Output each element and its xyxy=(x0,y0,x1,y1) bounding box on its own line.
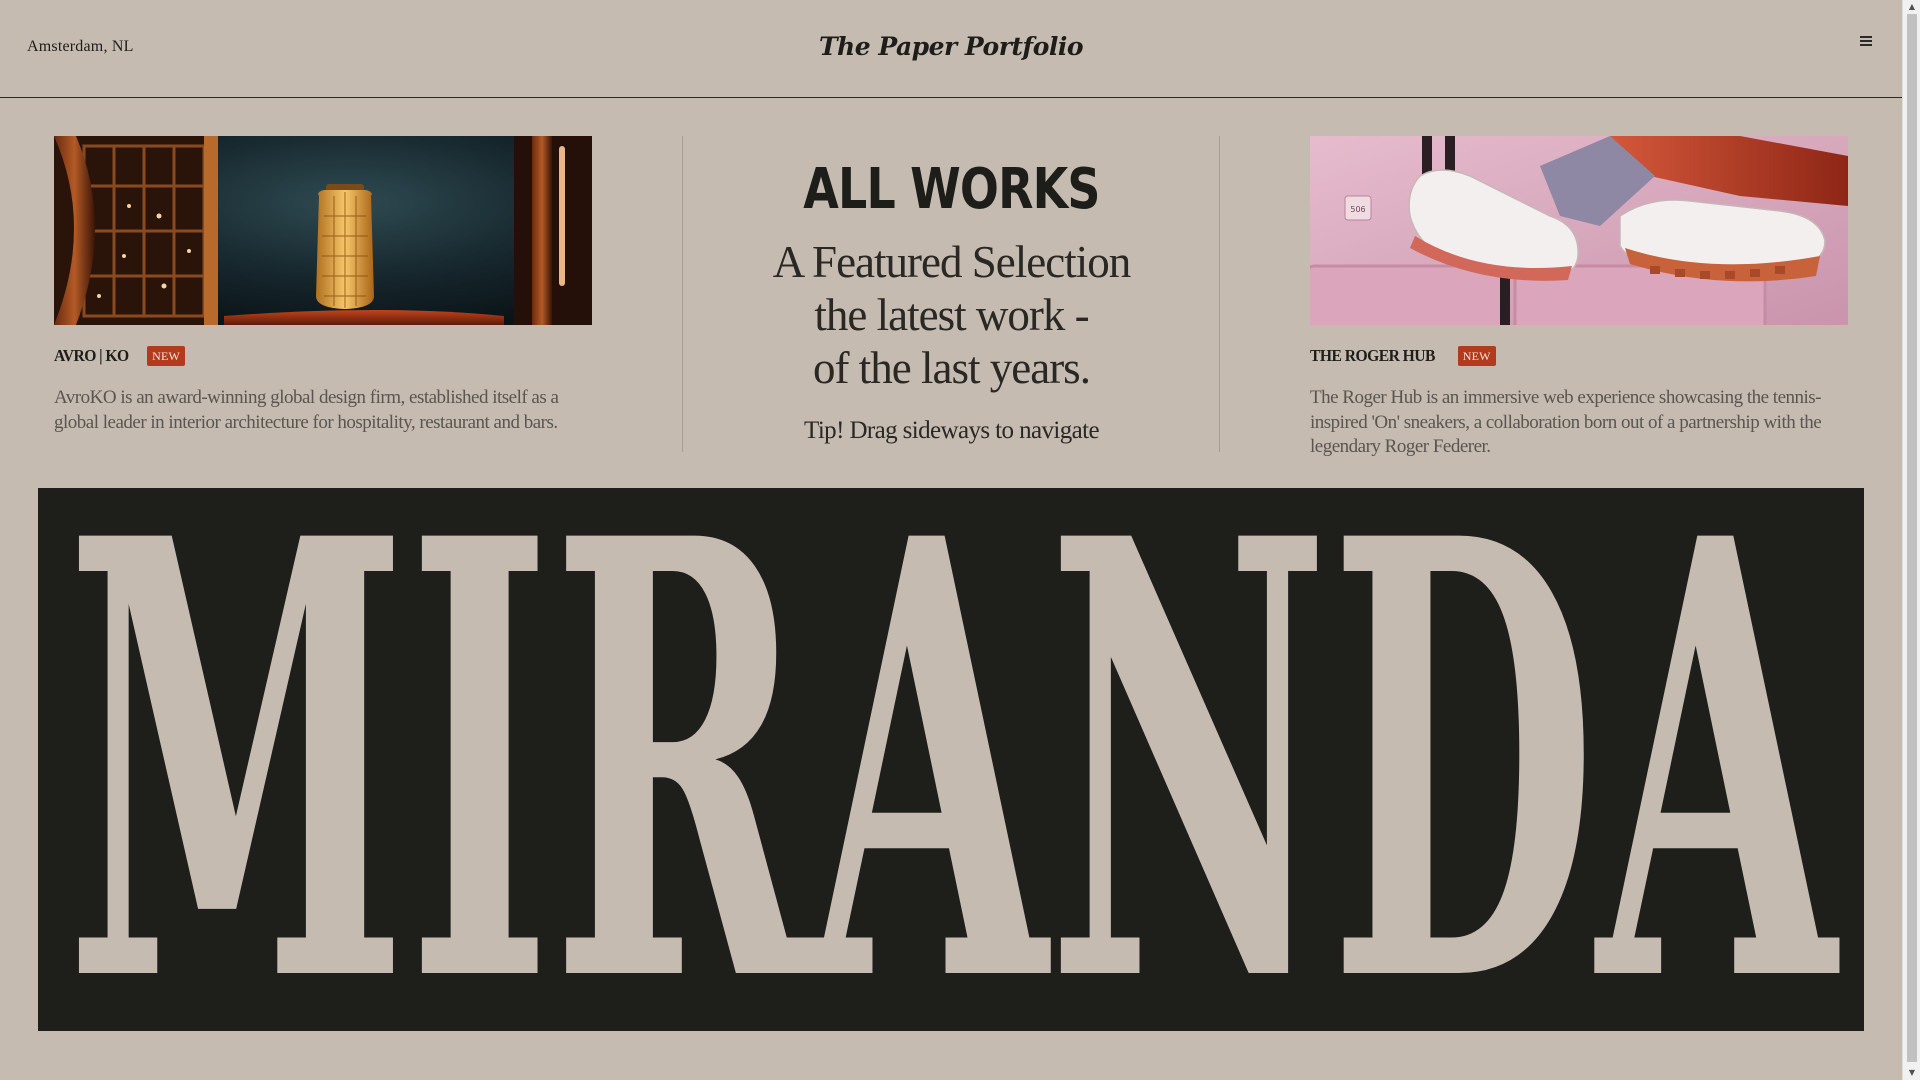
project-title-row: THE ROGER HUB NEW xyxy=(1310,343,1848,369)
scroll-up-arrow-icon[interactable]: ▲ xyxy=(1903,0,1920,14)
banner-word: MIRANDA xyxy=(66,488,1842,1031)
scroll-down-arrow-icon[interactable]: ▼ xyxy=(1903,1066,1920,1080)
lantern-image xyxy=(54,136,592,325)
new-badge: NEW xyxy=(147,346,186,366)
intro-line-3: of the last years. xyxy=(813,343,1091,393)
new-badge: NEW xyxy=(1457,346,1496,366)
page: Amsterdam, NL The Paper Portfolio AVRO |… xyxy=(0,0,1920,1080)
project-title[interactable]: AVRO | KO xyxy=(54,346,129,366)
navigation-tip: Tip! Drag sideways to navigate xyxy=(804,417,1100,444)
site-logo[interactable]: The Paper Portfolio xyxy=(0,32,1902,61)
project-card-avroko[interactable]: AVRO | KO NEW AvroKO is an award-winning… xyxy=(54,136,592,454)
hamburger-menu-icon[interactable] xyxy=(1860,36,1872,46)
project-description: The Roger Hub is an immersive web experi… xyxy=(1310,387,1822,457)
banner-word-graphic: MIRANDA xyxy=(66,488,1842,1031)
vertical-scrollbar[interactable]: ▲ ▼ xyxy=(1902,0,1920,1080)
svg-text:506: 506 xyxy=(1350,205,1365,214)
scroll-thumb[interactable] xyxy=(1907,14,1917,1062)
intro-subtitle: A Featured Selection the latest work - o… xyxy=(683,236,1220,395)
project-card-roger-hub[interactable]: 506 THE ROGER HUB NEW The Roger Hub is a… xyxy=(1310,136,1848,479)
intro-line-2: the latest work - xyxy=(814,290,1089,340)
project-title-row: AVRO | KO NEW xyxy=(54,343,592,369)
project-title[interactable]: THE ROGER HUB xyxy=(1310,346,1435,366)
project-description: AvroKO is an award-winning global design… xyxy=(54,387,559,433)
intro-line-1: A Featured Selection xyxy=(772,237,1131,287)
featured-project-banner[interactable]: MIRANDA xyxy=(38,488,1864,1031)
project-thumbnail-avroko[interactable] xyxy=(54,136,592,325)
sneakers-image: 506 xyxy=(1310,136,1848,325)
project-thumbnail-roger-hub[interactable]: 506 xyxy=(1310,136,1848,325)
top-bar: Amsterdam, NL The Paper Portfolio xyxy=(0,0,1902,98)
page-title: ALL WORKS xyxy=(803,157,1100,222)
intro-section: ALL WORKS A Featured Selection the lates… xyxy=(683,150,1220,445)
